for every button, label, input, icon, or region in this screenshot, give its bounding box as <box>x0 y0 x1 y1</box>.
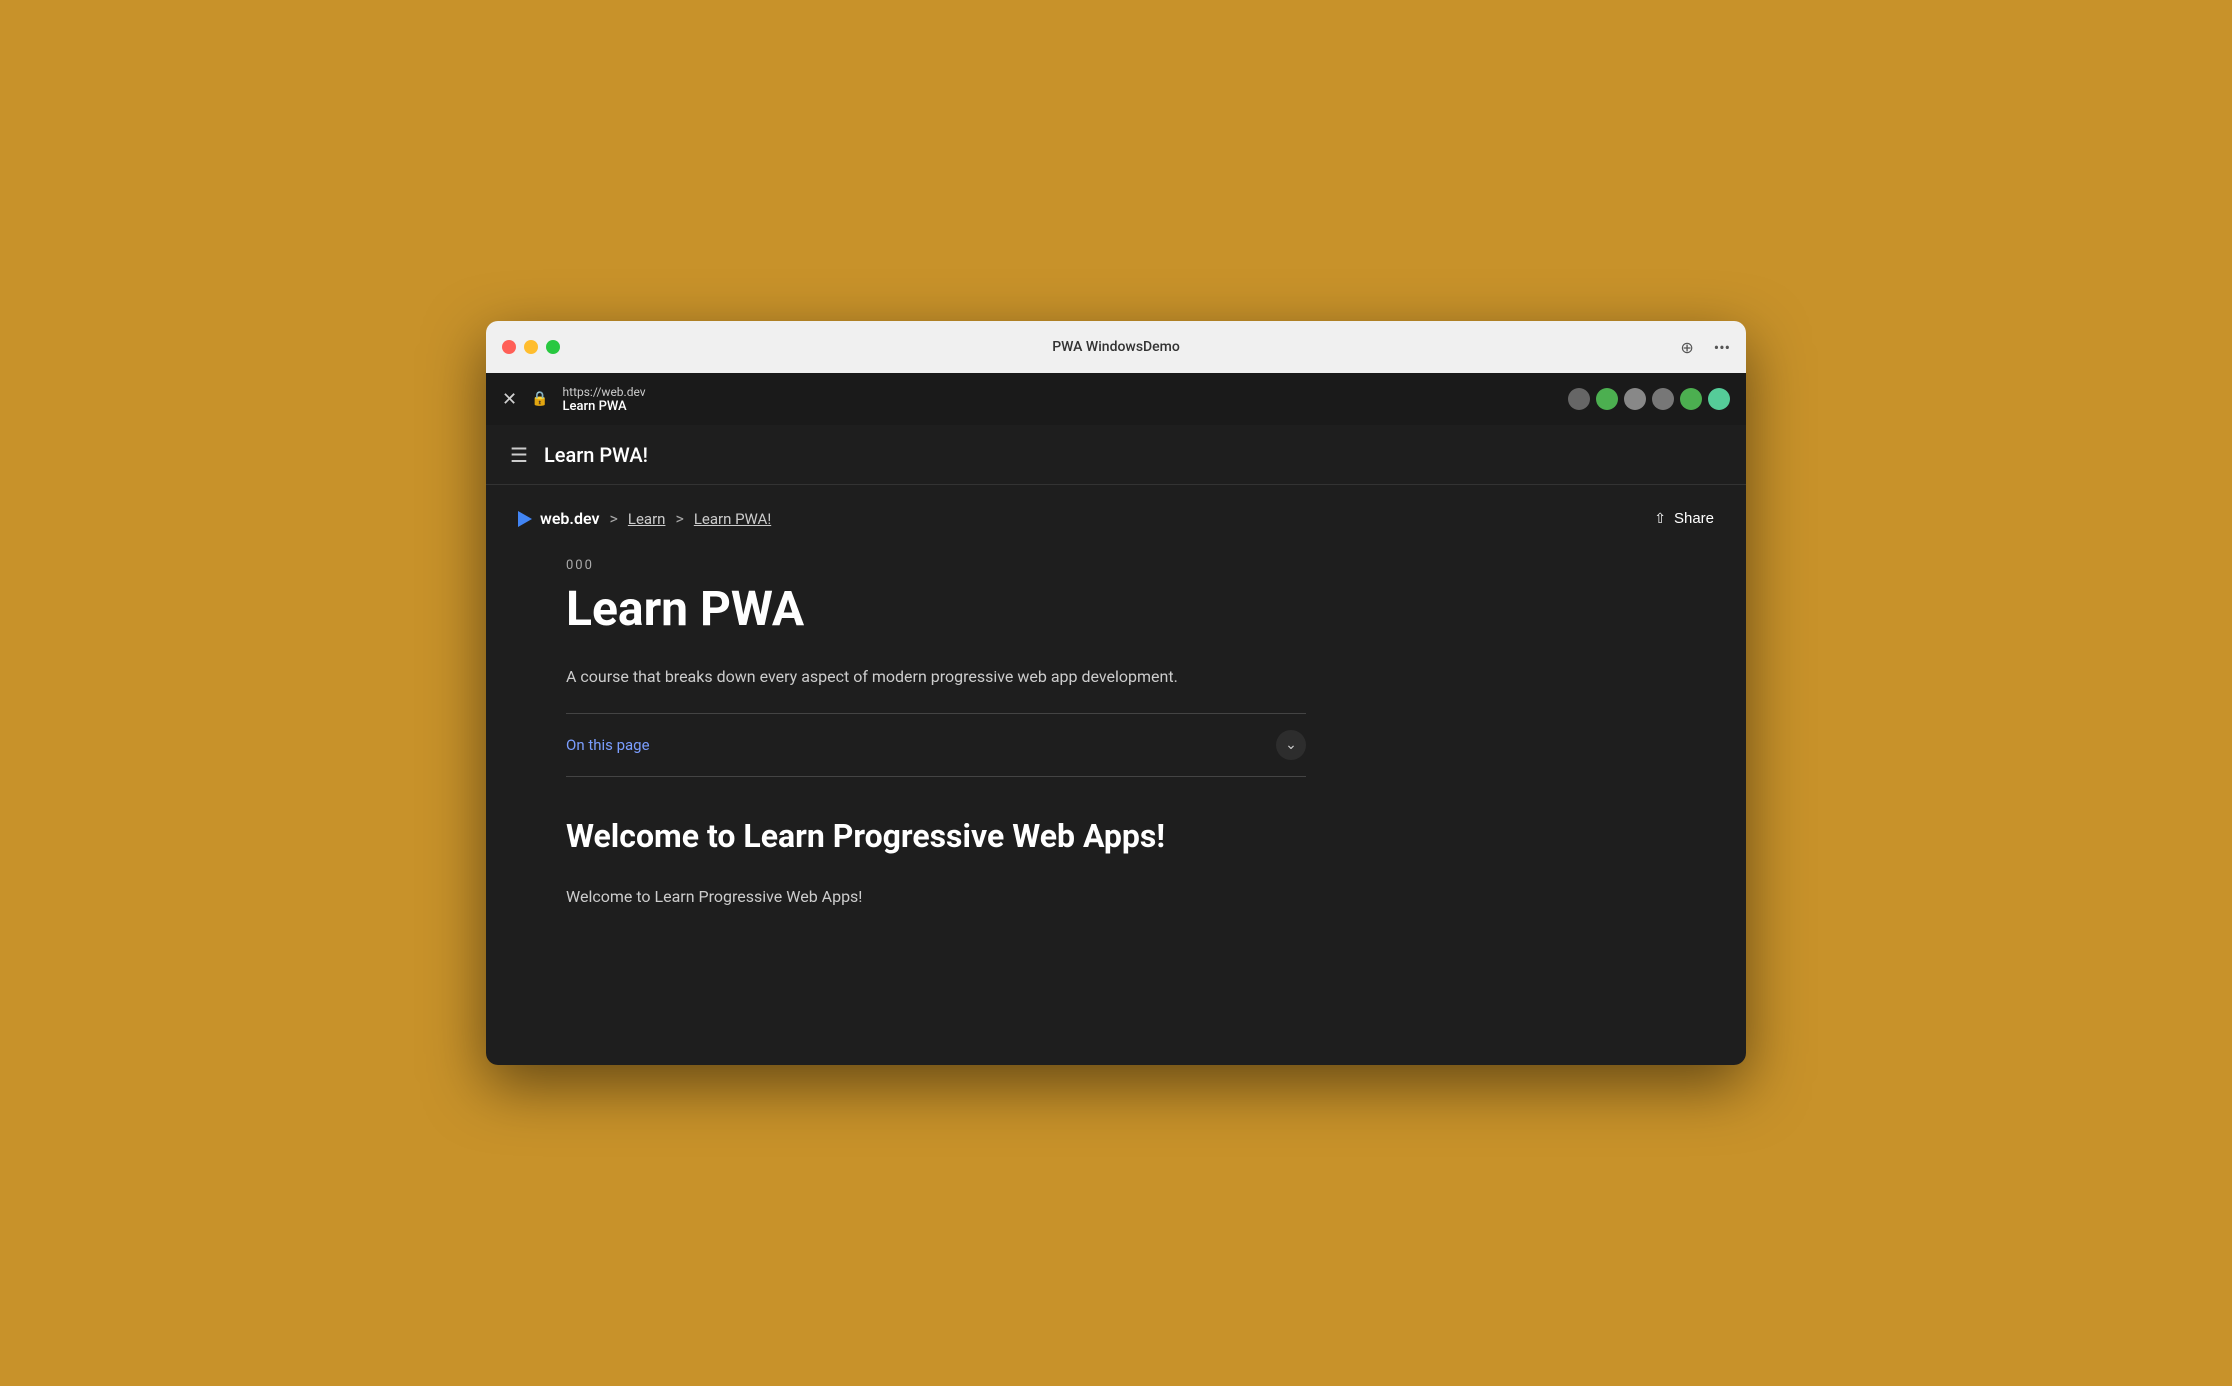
close-button[interactable] <box>502 340 516 354</box>
on-this-page-toggle[interactable]: On this page ⌄ <box>566 714 1306 776</box>
logo-triangle-icon <box>518 511 532 527</box>
share-icon: ⇧ <box>1654 510 1666 527</box>
app-bar-title: Learn PWA! <box>544 443 648 467</box>
title-bar-actions: ⊕ ••• <box>1680 338 1730 357</box>
browser-close-icon[interactable]: ✕ <box>502 389 517 410</box>
browser-url: https://web.dev <box>563 385 646 399</box>
extension-1[interactable] <box>1568 388 1590 410</box>
hamburger-icon[interactable]: ☰ <box>510 443 528 467</box>
on-this-page-label: On this page <box>566 736 650 754</box>
zoom-icon[interactable]: ⊕ <box>1680 338 1693 357</box>
browser-address-bar: ✕ 🔒 https://web.dev Learn PWA <box>486 373 1746 425</box>
breadcrumb-separator-1: > <box>610 509 618 528</box>
divider-bottom <box>566 776 1306 777</box>
extension-2[interactable] <box>1596 388 1618 410</box>
article-title: Learn PWA <box>566 583 1306 636</box>
webdev-logo-text: web.dev <box>540 509 600 528</box>
app-bar: ☰ Learn PWA! <box>486 425 1746 485</box>
traffic-lights <box>502 340 560 354</box>
extension-4[interactable] <box>1652 388 1674 410</box>
share-button[interactable]: ⇧ Share <box>1654 510 1714 527</box>
title-bar: PWA WindowsDemo ⊕ ••• <box>486 321 1746 373</box>
lock-icon: 🔒 <box>531 391 548 407</box>
article-description: A course that breaks down every aspect o… <box>566 664 1306 690</box>
section-text: Welcome to Learn Progressive Web Apps! <box>566 884 1306 910</box>
extension-3[interactable] <box>1624 388 1646 410</box>
breadcrumb-bar: web.dev > Learn > Learn PWA! ⇧ Share <box>486 485 1746 548</box>
section-heading: Welcome to Learn Progressive Web Apps! <box>566 817 1306 855</box>
browser-url-info: https://web.dev Learn PWA <box>563 385 646 414</box>
article-content: 000 Learn PWA A course that breaks down … <box>486 548 1386 949</box>
extension-5[interactable] <box>1680 388 1702 410</box>
article-number: 000 <box>566 558 1306 573</box>
breadcrumb: web.dev > Learn > Learn PWA! <box>518 509 771 528</box>
more-icon[interactable]: ••• <box>1714 338 1730 357</box>
share-label: Share <box>1674 510 1714 527</box>
browser-window: PWA WindowsDemo ⊕ ••• ✕ 🔒 https://web.de… <box>486 321 1746 1065</box>
browser-extensions <box>1568 388 1730 410</box>
minimize-button[interactable] <box>524 340 538 354</box>
breadcrumb-link-learn[interactable]: Learn <box>628 510 666 528</box>
main-content: web.dev > Learn > Learn PWA! ⇧ Share 000… <box>486 485 1746 1065</box>
maximize-button[interactable] <box>546 340 560 354</box>
chevron-down-icon: ⌄ <box>1276 730 1306 760</box>
window-title: PWA WindowsDemo <box>1052 339 1180 355</box>
browser-page-title: Learn PWA <box>563 399 646 414</box>
webdev-logo[interactable]: web.dev <box>518 509 600 528</box>
breadcrumb-separator-2: > <box>675 509 683 528</box>
breadcrumb-link-learn-pwa[interactable]: Learn PWA! <box>694 510 771 528</box>
extension-6[interactable] <box>1708 388 1730 410</box>
